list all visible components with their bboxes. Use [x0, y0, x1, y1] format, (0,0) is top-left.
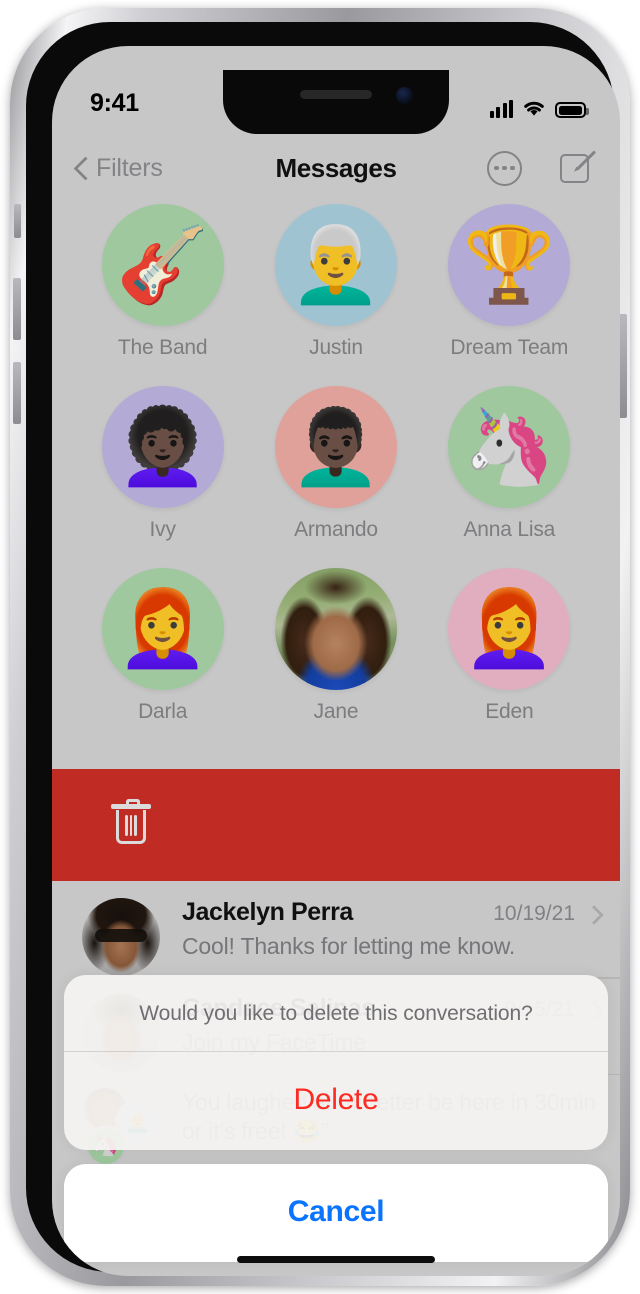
status-clock: 9:41	[90, 89, 139, 117]
pinned-item-label: Eden	[485, 700, 534, 723]
pinned-item-ivy[interactable]: 👩🏿‍🦱 Ivy	[88, 386, 238, 568]
conversation-meta: 10/19/21	[481, 902, 598, 926]
screenshot-root: 9:41	[0, 0, 640, 1294]
memoji-icon: 👩‍🦰	[463, 587, 556, 670]
cancel-button[interactable]: Cancel	[64, 1164, 608, 1262]
pinned-item-label: Dream Team	[450, 336, 569, 359]
pinned-item-label: Anna Lisa	[463, 518, 556, 541]
memoji-icon: 👨‍🦳	[289, 223, 383, 306]
pinned-row: 🎸 The Band 👨‍🦳 Justin 🏆	[52, 204, 620, 386]
conversation-header: Jackelyn Perra 10/19/21	[182, 898, 598, 927]
cellular-signal-icon	[489, 100, 513, 118]
navigation-bar: Filters Messages	[52, 132, 620, 204]
battery-icon	[555, 102, 589, 118]
pinned-item-the-band[interactable]: 🎸 The Band	[88, 204, 238, 386]
pinned-item-armando[interactable]: 👨🏿‍🦱 Armando	[261, 386, 411, 568]
swipe-delete-row[interactable]	[52, 769, 620, 881]
delete-button[interactable]: Delete	[64, 1052, 608, 1150]
pinned-item-label: Darla	[138, 700, 188, 723]
guitar-icon: 🎸	[116, 223, 209, 306]
conversation-date: 10/19/21	[493, 902, 575, 925]
iphone-bezel: 9:41	[26, 22, 620, 1276]
front-camera	[396, 87, 413, 104]
avatar: 👩🏿‍🦱	[101, 386, 224, 508]
avatar: 👩‍🦰	[448, 568, 571, 690]
avatar: 🎸	[101, 204, 224, 326]
power-button[interactable]	[619, 314, 627, 418]
chevron-right-icon[interactable]	[587, 905, 598, 923]
conversation-name: Jackelyn Perra	[182, 898, 353, 926]
conversation-content: Jackelyn Perra 10/19/21 Cool! Thanks for…	[182, 898, 598, 977]
avatar	[82, 898, 160, 976]
wifi-icon	[524, 101, 544, 116]
avatar: 👨🏿‍🦱	[274, 386, 397, 508]
pinned-item-label: Ivy	[149, 518, 176, 541]
pinned-item-dream-team[interactable]: 🏆 Dream Team	[434, 204, 584, 386]
iphone-frame: 9:41	[10, 8, 630, 1286]
compose-icon[interactable]	[560, 150, 597, 185]
avatar-photo	[274, 568, 397, 690]
earpiece-speaker	[300, 90, 372, 99]
pinned-item-label: Jane	[313, 700, 359, 723]
conversation-preview: Cool! Thanks for letting me know.	[182, 933, 516, 959]
pinned-item-jane[interactable]: Jane	[261, 568, 411, 750]
action-sheet-title: Would you like to delete this conversati…	[64, 975, 608, 1052]
pinned-item-darla[interactable]: 👩‍🦰 Darla	[88, 568, 238, 750]
memoji-icon: 👩🏿‍🦱	[116, 405, 209, 488]
trash-icon[interactable]	[111, 799, 151, 846]
pinned-conversations-grid: 🎸 The Band 👨‍🦳 Justin 🏆	[52, 198, 620, 750]
memoji-icon: 👨🏿‍🦱	[289, 405, 383, 488]
avatar: 👩‍🦰	[101, 568, 224, 690]
volume-up-button[interactable]	[13, 278, 21, 340]
ellipsis-circle-icon[interactable]	[487, 150, 522, 186]
avatar: 👨‍🦳	[274, 204, 397, 326]
pinned-item-justin[interactable]: 👨‍🦳 Justin	[261, 204, 411, 386]
status-indicators	[489, 99, 589, 118]
action-sheet: Would you like to delete this conversati…	[52, 975, 620, 1276]
unicorn-icon: 🦄	[463, 405, 556, 488]
avatar: 🏆	[448, 204, 571, 326]
pinned-item-eden[interactable]: 👩‍🦰 Eden	[434, 568, 584, 750]
home-indicator[interactable]	[237, 1256, 435, 1263]
conversation-row-jackelyn-perra[interactable]: Jackelyn Perra 10/19/21 Cool! Thanks for…	[52, 881, 620, 977]
action-sheet-panel: Would you like to delete this conversati…	[64, 975, 608, 1150]
memoji-icon: 👩‍🦰	[116, 587, 209, 670]
trophy-icon: 🏆	[463, 223, 556, 306]
pinned-item-anna-lisa[interactable]: 🦄 Anna Lisa	[434, 386, 584, 568]
pinned-item-label: Armando	[294, 518, 378, 541]
avatar: 🦄	[448, 386, 571, 508]
pinned-item-label: Justin	[309, 336, 363, 359]
notch	[223, 70, 449, 134]
volume-down-button[interactable]	[13, 362, 21, 424]
nav-actions	[487, 150, 597, 186]
pinned-item-label: The Band	[117, 336, 208, 359]
silent-switch[interactable]	[14, 204, 21, 238]
pinned-row: 👩🏿‍🦱 Ivy 👨🏿‍🦱 Armando	[52, 386, 620, 568]
pinned-row: 👩‍🦰 Darla Jane 👩‍🦰 Eden	[52, 568, 620, 750]
iphone-screen: 9:41	[52, 46, 620, 1276]
